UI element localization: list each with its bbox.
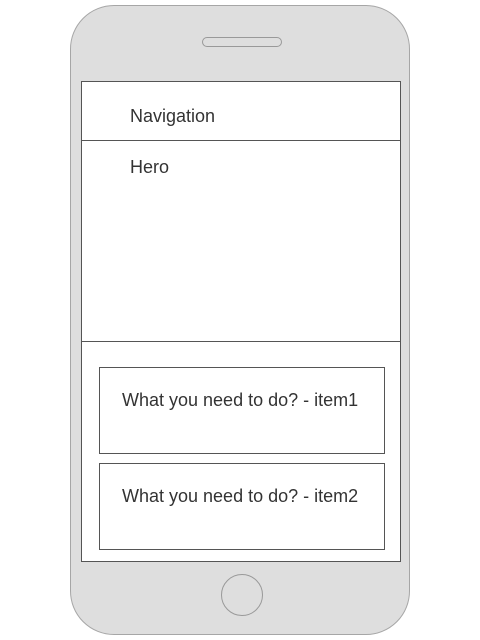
list-item-2[interactable]: What you need to do? - item2 — [99, 463, 385, 550]
list-item-1[interactable]: What you need to do? - item1 — [99, 367, 385, 454]
list-item-label: What you need to do? - item1 — [122, 390, 359, 410]
navigation-bar[interactable]: Navigation — [81, 81, 401, 141]
hero-section: Hero — [81, 140, 401, 342]
phone-screen: Navigation Hero What you need to do? - i… — [81, 81, 401, 562]
navigation-label: Navigation — [130, 106, 216, 126]
phone-frame: Navigation Hero What you need to do? - i… — [70, 5, 410, 635]
speaker-slot — [202, 37, 282, 47]
hero-label: Hero — [130, 157, 170, 177]
home-button[interactable] — [221, 574, 263, 616]
list-item-label: What you need to do? - item2 — [122, 486, 359, 506]
